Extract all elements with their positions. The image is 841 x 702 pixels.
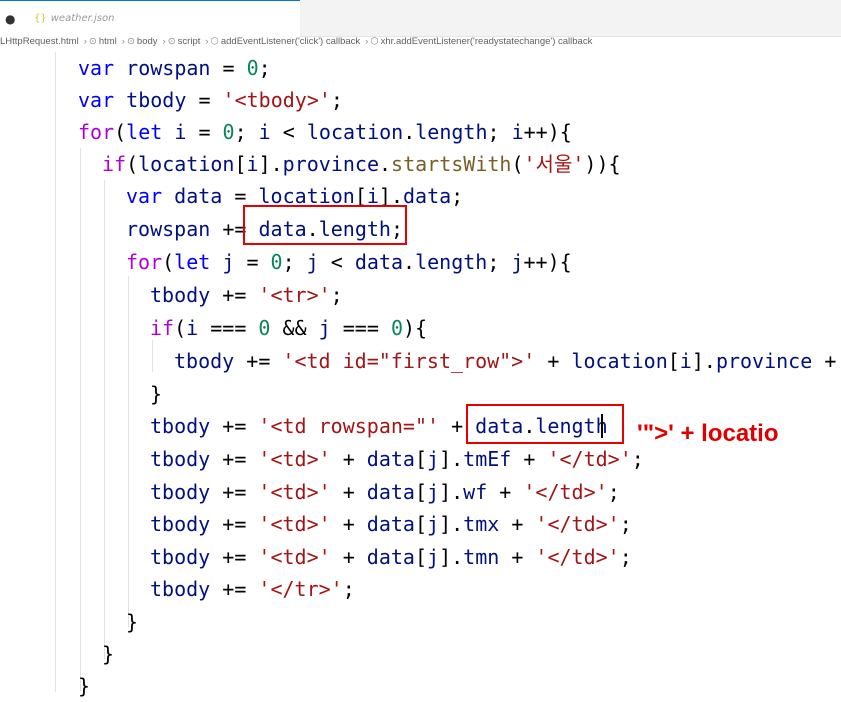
tab-filename: weather.json	[50, 13, 115, 24]
json-file-icon: {}	[34, 13, 47, 24]
code-line-16: tbody += '<td>' + data[j].tmn + '</td>';	[150, 545, 632, 569]
indent-guide	[55, 52, 56, 692]
unsaved-dot-icon[interactable]: ●	[5, 12, 15, 26]
code-line-2: var tbody = '<tbody>';	[78, 88, 343, 112]
element-icon: ⊙	[167, 36, 176, 47]
breadcrumb-readystate-callback[interactable]: xhr.addEventListener('readystatechange')…	[381, 36, 593, 47]
code-line-10: tbody += '<td id="first_row">' + locatio…	[174, 349, 837, 373]
cube-icon: ⬡	[370, 36, 379, 47]
indent-guide	[104, 180, 105, 660]
breadcrumb: LHttpRequest.html › ⊙ html › ⊙ body › ⊙ script › ⬡ a…	[0, 36, 841, 52]
tab-label: {} weather.json	[34, 13, 114, 24]
code-line-20: }	[78, 674, 91, 698]
code-line-3: for(let i = 0; i < location.length; i++)…	[78, 120, 572, 144]
indent-guide	[80, 148, 81, 692]
cube-icon: ⬡	[210, 36, 219, 47]
chevron-right-icon: ›	[205, 36, 209, 47]
code-editor[interactable]: var rowspan = 0; var tbody = '<tbody>'; …	[0, 52, 841, 698]
code-line-9: if(i === 0 && j === 0){	[150, 316, 428, 340]
element-icon: ⊙	[126, 36, 135, 47]
code-line-14: tbody += '<td>' + data[j].wf + '</td>';	[150, 480, 620, 504]
code-line-1: var rowspan = 0;	[78, 56, 271, 80]
breadcrumb-html[interactable]: html	[99, 36, 117, 47]
code-line-15: tbody += '<td>' + data[j].tmx + '</td>';	[150, 512, 632, 536]
indent-guide	[128, 276, 129, 628]
chevron-right-icon: ›	[121, 36, 125, 47]
code-line-17: tbody += '</tr>';	[150, 577, 355, 601]
editor-tab-bar: ● {} weather.json	[0, 0, 841, 37]
chevron-right-icon: ›	[365, 36, 369, 47]
breadcrumb-body[interactable]: body	[137, 36, 158, 47]
chevron-right-icon: ›	[162, 36, 166, 47]
code-line-13: tbody += '<td>' + data[j].tmEf + '</td>'…	[150, 447, 644, 471]
text-cursor	[601, 414, 603, 438]
code-line-7: for(let j = 0; j < data.length; j++){	[126, 250, 572, 274]
code-line-4: if(location[i].province.startsWith('서울')…	[102, 152, 621, 176]
code-line-11: }	[150, 382, 163, 406]
highlight-box-rowspan	[243, 205, 407, 245]
breadcrumb-file[interactable]: LHttpRequest.html	[0, 36, 79, 47]
code-line-18: }	[126, 610, 139, 634]
tab-weather-json[interactable]: ● {} weather.json	[0, 0, 300, 37]
annotation-text: '">' + locatio	[637, 420, 779, 447]
breadcrumb-script[interactable]: script	[178, 36, 201, 47]
indent-guide	[152, 340, 153, 372]
chevron-right-icon: ›	[83, 36, 87, 47]
code-line-19: }	[102, 642, 115, 666]
element-icon: ⊙	[88, 36, 97, 47]
breadcrumb-click-callback[interactable]: addEventListener('click') callback	[221, 36, 360, 47]
code-line-8: tbody += '<tr>';	[150, 283, 343, 307]
